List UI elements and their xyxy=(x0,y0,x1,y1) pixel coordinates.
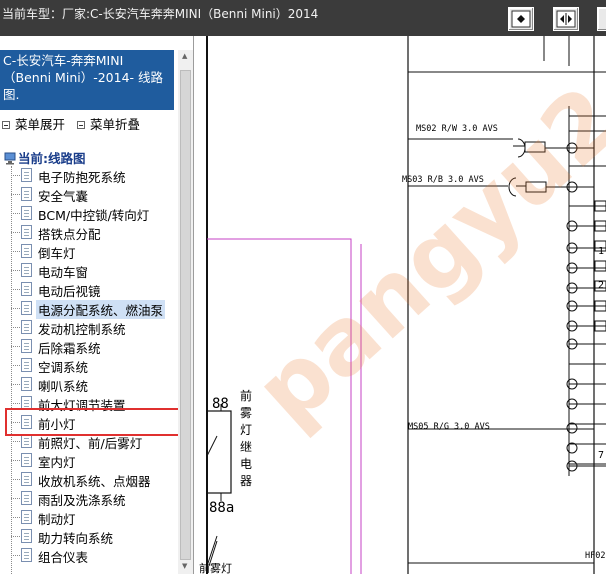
tree-root-label: 当前:线路图 xyxy=(18,151,86,166)
tree-connector xyxy=(11,327,20,328)
tree-item-label: 发动机控制系统 xyxy=(38,322,126,337)
tree-connector xyxy=(11,498,20,499)
tree-item-label: 电动车窗 xyxy=(38,265,89,280)
tree-connector xyxy=(11,460,20,461)
wire-label-ms05: MS05 R/G 3.0 AVS xyxy=(408,422,490,432)
collapse-icon xyxy=(77,121,85,129)
document-icon xyxy=(21,187,32,201)
document-icon xyxy=(21,358,32,372)
tree-connector xyxy=(11,194,20,195)
tree-item-label: 空调系统 xyxy=(38,360,89,375)
tree-item-label: 安全气囊 xyxy=(38,189,89,204)
tree-item-label: 制动灯 xyxy=(38,512,76,527)
document-icon xyxy=(21,415,32,429)
collapse-menu-button[interactable]: 菜单折叠 xyxy=(77,117,140,132)
document-icon xyxy=(21,377,32,391)
tree-connector xyxy=(11,346,20,347)
tree-item-label: 电子防抱死系统 xyxy=(38,170,126,185)
document-icon xyxy=(21,225,32,239)
relay-label: 前雾灯继电器 xyxy=(239,389,252,488)
document-icon xyxy=(21,491,32,505)
tree-connector xyxy=(11,422,20,423)
document-icon xyxy=(21,282,32,296)
tree-connector xyxy=(11,251,20,252)
tree-connector xyxy=(11,403,20,404)
menu-ops: 菜单展开 菜单折叠 xyxy=(2,114,148,133)
tree-item-label: 室内灯 xyxy=(38,455,76,470)
tree-item-label: 喇叭系统 xyxy=(38,379,89,394)
document-icon xyxy=(21,396,32,410)
sidebar-scrollbar[interactable]: ▲ ▼ xyxy=(178,50,193,574)
document-icon xyxy=(21,548,32,562)
tree-item-label: 雨刮及洗涤系统 xyxy=(38,493,126,508)
document-icon xyxy=(21,320,32,334)
computer-icon xyxy=(4,152,16,165)
document-icon xyxy=(21,263,32,277)
fit-width-button[interactable] xyxy=(553,7,579,31)
pin-88a: 88a xyxy=(209,500,234,516)
expand-label: 菜单展开 xyxy=(15,117,66,132)
expand-menu-button[interactable]: 菜单展开 xyxy=(2,117,65,132)
expand-icon xyxy=(2,121,10,129)
tree-connector xyxy=(11,441,20,442)
tree-item-label: 搭铁点分配 xyxy=(38,227,101,242)
scroll-thumb[interactable] xyxy=(180,70,191,560)
document-icon xyxy=(21,529,32,543)
tree-item-label: 前大灯调节装置 xyxy=(38,398,126,413)
tree-item-label: BCM/中控锁/转向灯 xyxy=(38,208,150,223)
scroll-up-icon[interactable]: ▲ xyxy=(182,52,187,60)
tree-connector xyxy=(11,365,20,366)
hf02-label: HF02 xyxy=(585,551,605,561)
tree-connector xyxy=(11,232,20,233)
document-icon xyxy=(21,168,32,182)
model-header: C-长安汽车-奔奔MINI（Benni Mini）-2014- 线路图. xyxy=(0,50,174,110)
tree-item-label: 电动后视镜 xyxy=(38,284,101,299)
document-icon xyxy=(21,510,32,524)
right-number-1: 1 xyxy=(598,246,604,257)
document-icon xyxy=(21,301,32,315)
document-icon xyxy=(21,472,32,486)
document-icon xyxy=(21,244,32,258)
title-bar: 当前车型：厂家:C-长安汽车奔奔MINI（Benni Mini）2014 xyxy=(0,0,606,36)
tree-connector xyxy=(11,213,20,214)
tree-item-label: 电源分配系统、燃油泵 xyxy=(36,300,166,319)
tree-connector xyxy=(11,270,20,271)
document-icon xyxy=(21,339,32,353)
tree-item-label: 助力转向系统 xyxy=(38,531,114,546)
window-title: 当前车型：厂家:C-长安汽车奔奔MINI（Benni Mini）2014 xyxy=(2,7,319,21)
tree-item-label: 倒车灯 xyxy=(38,246,76,261)
bottom-left-label: 前雾灯 xyxy=(199,562,232,574)
right-number-7: 7 xyxy=(598,450,604,461)
tree-item-label: 收放机系统、点烟器 xyxy=(38,474,151,489)
tree-guide-line xyxy=(11,166,12,574)
tree-item-label: 组合仪表 xyxy=(38,550,89,565)
collapse-label: 菜单折叠 xyxy=(90,117,141,132)
wire-label-ms02: MS02 R/W 3.0 AVS xyxy=(416,124,498,134)
tree-connector xyxy=(11,289,20,290)
tree-connector xyxy=(11,536,20,537)
tree-item-label: 前照灯、前/后雾灯 xyxy=(38,436,143,451)
document-icon xyxy=(21,206,32,220)
scroll-down-icon[interactable]: ▼ xyxy=(182,562,187,570)
tree-connector xyxy=(11,555,20,556)
tree-connector xyxy=(11,175,20,176)
tree-connector xyxy=(11,384,20,385)
tree-connector xyxy=(11,308,20,309)
document-icon xyxy=(21,453,32,467)
next-button[interactable] xyxy=(597,7,606,31)
tree-item-label: 后除霜系统 xyxy=(38,341,101,356)
tree-view: 当前:线路图 电子防抱死系统 安全气囊 BCM/中控锁/转向灯 搭铁点分配倒车灯电动车… xyxy=(0,148,178,574)
tree-connector xyxy=(11,517,20,518)
pin-88: 88 xyxy=(212,396,229,412)
sidebar: C-长安汽车-奔奔MINI（Benni Mini）-2014- 线路图. 菜单展… xyxy=(0,36,194,574)
document-icon xyxy=(21,434,32,448)
wiring-diagram[interactable]: MS02 R/W 3.0 AVS MS03 R/B 3.0 AVS MS05 R… xyxy=(195,36,606,574)
tree-root[interactable]: 当前:线路图 xyxy=(4,148,86,168)
fit-page-button[interactable] xyxy=(508,7,534,31)
tree-connector xyxy=(11,479,20,480)
right-number-2: 2 xyxy=(598,280,604,291)
tree-item-label: 前小灯 xyxy=(38,417,76,432)
